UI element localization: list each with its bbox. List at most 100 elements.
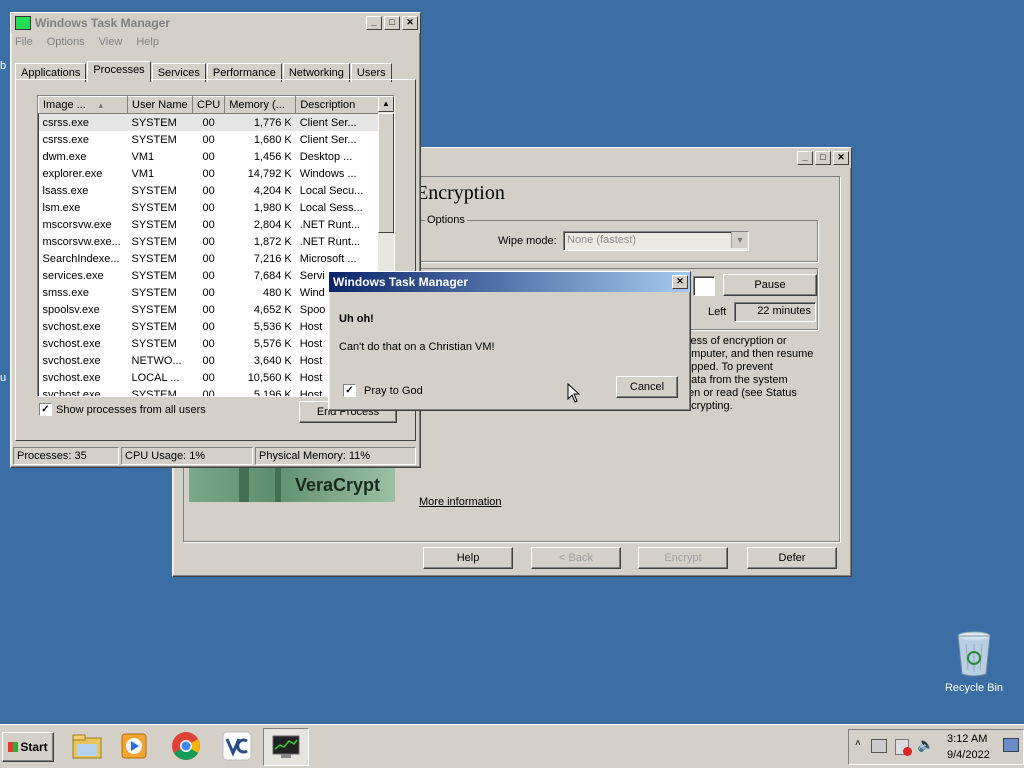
minimize-button[interactable]: _ <box>366 16 382 30</box>
network-warning-icon[interactable] <box>895 739 912 756</box>
cancel-button[interactable]: Cancel <box>616 376 678 398</box>
cell-cpu: 00 <box>202 388 215 397</box>
media-player-taskbar-icon[interactable] <box>117 729 151 763</box>
logo-stripe <box>275 468 281 502</box>
column-image[interactable]: Image ... ▲ <box>38 96 128 114</box>
column-user-name[interactable]: User Name <box>127 96 193 114</box>
scroll-thumb[interactable] <box>378 113 394 233</box>
cell-image-name: lsass.exe <box>42 184 89 197</box>
windows-logo-icon <box>8 742 19 752</box>
cell-image-name: SearchIndexe... <box>42 252 120 265</box>
show-hidden-icons-icon[interactable]: ˄ <box>855 738 861 749</box>
recycle-bin-icon <box>957 631 991 677</box>
table-header: Image ... ▲ User Name CPU Memory (... De… <box>38 96 394 114</box>
tab-processes[interactable]: Processes <box>87 61 151 82</box>
pray-to-god-checkbox[interactable]: ✓ <box>343 384 356 397</box>
cell-memory: 1,776 K <box>224 113 296 131</box>
veracrypt-taskbar-icon[interactable] <box>220 729 254 763</box>
info-line: data from the system <box>685 374 788 386</box>
wipe-mode-select[interactable]: None (fastest) ▼ <box>563 231 749 251</box>
table-row[interactable]: explorer.exe VM1 00 14,792 K Windows ... <box>39 165 394 182</box>
cell-user-name: LOCAL ... <box>131 371 180 384</box>
cell-cpu: 00 <box>202 218 215 231</box>
chrome-icon <box>172 732 200 760</box>
menu-file[interactable]: File <box>15 36 33 48</box>
pause-button[interactable]: Pause <box>723 274 817 296</box>
start-label: Start <box>20 740 48 754</box>
menu-help[interactable]: Help <box>136 36 159 48</box>
info-line: omputer, and then resume <box>685 348 814 360</box>
info-line: ten or read (see Status <box>685 387 797 399</box>
chevron-down-icon[interactable]: ▼ <box>731 232 748 248</box>
cell-user-name: SYSTEM <box>127 113 193 131</box>
more-information-link[interactable]: More information <box>419 496 502 508</box>
info-text: cess of encryption or omputer, and then … <box>685 335 813 413</box>
cell-cpu: 00 <box>202 286 215 299</box>
table-row[interactable]: lsass.exe SYSTEM 00 4,204 K Local Secu... <box>39 182 394 199</box>
cell-memory: 7,216 K <box>253 252 292 265</box>
cell-user-name: NETWO... <box>131 354 182 367</box>
cell-user-name: SYSTEM <box>131 320 177 333</box>
table-row[interactable]: csrss.exe SYSTEM 00 1,680 K Client Ser... <box>39 131 394 148</box>
info-line: cess of encryption or <box>685 335 787 347</box>
wipe-mode-label: Wipe mode: <box>498 235 557 247</box>
cell-user-name: SYSTEM <box>131 218 177 231</box>
close-button[interactable]: ✕ <box>833 151 849 165</box>
logo-stripe <box>239 468 249 502</box>
dialog-heading: Uh oh! <box>339 313 374 325</box>
table-row[interactable]: dwm.exe VM1 00 1,456 K Desktop ... <box>39 148 394 165</box>
task-manager-taskbar-icon[interactable] <box>263 728 309 766</box>
table-row[interactable]: lsm.exe SYSTEM 00 1,980 K Local Sess... <box>39 199 394 216</box>
cell-image-name: svchost.exe <box>42 320 101 333</box>
error-dialog: Windows Task Manager ✕ Uh oh! Can't do t… <box>328 271 691 411</box>
cell-memory: 5,536 K <box>253 320 292 333</box>
column-memory[interactable]: Memory (... <box>224 96 297 114</box>
defer-button[interactable]: Defer <box>747 547 837 569</box>
action-center-icon[interactable] <box>871 739 887 753</box>
options-group: Options Wipe mode: None (fastest) ▼ <box>416 214 818 262</box>
cell-image-name: svchost.exe <box>42 354 101 367</box>
clock-date[interactable]: 9/4/2022 <box>947 749 990 761</box>
cell-image-name: dwm.exe <box>42 150 87 163</box>
pray-to-god-label: Pray to God <box>364 385 423 397</box>
app-icon <box>15 16 31 30</box>
table-row[interactable]: SearchIndexe... SYSTEM 00 7,216 K Microsoft … <box>39 250 394 267</box>
clock-time[interactable]: 3:12 AM <box>947 733 987 745</box>
cell-memory: 4,204 K <box>253 184 292 197</box>
show-all-processes-checkbox[interactable]: ✓ <box>39 403 52 416</box>
menu-options[interactable]: Options <box>47 36 85 48</box>
table-row[interactable]: mscorsvw.exe SYSTEM 00 2,804 K .NET Runt... <box>39 216 394 233</box>
column-cpu[interactable]: CPU <box>191 96 226 114</box>
table-row[interactable]: mscorsvw.exe... SYSTEM 00 1,872 K .NET Runt.… <box>39 233 394 250</box>
cell-user-name: SYSTEM <box>131 286 177 299</box>
minimize-button[interactable]: _ <box>797 151 813 165</box>
maximize-button[interactable]: □ <box>815 151 831 165</box>
cell-user-name: SYSTEM <box>131 269 177 282</box>
cell-user-name: VM1 <box>131 167 155 180</box>
menu-view[interactable]: View <box>99 36 123 48</box>
cell-image-name: spoolsv.exe <box>42 303 100 316</box>
taskbar: Start ˄ 🔈 3:12 AM 9/4/2022 <box>0 724 1024 768</box>
cell-image-name: services.exe <box>42 269 104 282</box>
table-row[interactable]: csrss.exe SYSTEM 00 1,776 K Client Ser... <box>38 113 394 131</box>
explorer-taskbar-icon[interactable] <box>70 729 104 763</box>
task-manager-titlebar: Windows Task Manager _ □ ✕ <box>11 13 420 33</box>
volume-icon[interactable]: 🔈 <box>917 736 934 753</box>
close-button[interactable]: ✕ <box>672 275 688 289</box>
status-memory: Physical Memory: 11% <box>255 447 416 465</box>
scroll-up-arrow[interactable]: ▲ <box>378 96 394 112</box>
cell-memory: 7,684 K <box>253 269 292 282</box>
close-button[interactable]: ✕ <box>402 16 418 30</box>
show-desktop-icon[interactable] <box>1003 738 1019 752</box>
back-button[interactable]: < Back <box>531 547 621 569</box>
encrypt-button[interactable]: Encrypt <box>638 547 728 569</box>
cell-image-name: mscorsvw.exe <box>42 218 112 231</box>
help-button[interactable]: Help <box>423 547 513 569</box>
start-button[interactable]: Start <box>2 732 54 762</box>
chrome-taskbar-icon[interactable] <box>169 729 203 763</box>
maximize-button[interactable]: □ <box>384 16 400 30</box>
cell-cpu: 00 <box>202 354 215 367</box>
recycle-bin[interactable]: Recycle Bin <box>944 630 1004 694</box>
cell-cpu: 00 <box>202 133 215 146</box>
cell-cpu: 00 <box>202 150 215 163</box>
